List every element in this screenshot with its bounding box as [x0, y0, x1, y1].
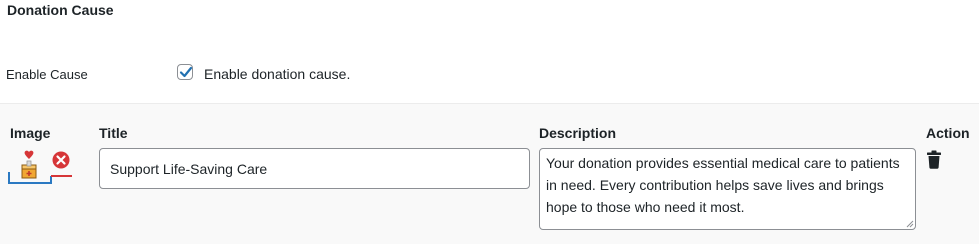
- donation-cause-settings: Donation Cause Enable Cause Enable donat…: [0, 0, 979, 244]
- enable-cause-row: Enable Cause Enable donation cause.: [0, 62, 979, 88]
- checkmark-icon: [179, 66, 193, 78]
- column-header-action: Action: [926, 125, 970, 141]
- column-header-title: Title: [99, 125, 128, 141]
- section-title: Donation Cause: [7, 2, 114, 18]
- trash-icon[interactable]: [926, 150, 942, 169]
- column-header-image: Image: [10, 125, 51, 141]
- cause-description-textarea[interactable]: Your donation provides essential medical…: [539, 148, 916, 230]
- cause-title-input[interactable]: [99, 148, 530, 189]
- enable-cause-label: Enable Cause: [6, 67, 88, 82]
- enable-cause-checkbox[interactable]: [177, 64, 193, 80]
- enable-cause-checkbox-label[interactable]: Enable donation cause.: [204, 65, 350, 83]
- resize-handle-icon[interactable]: [905, 219, 914, 228]
- column-header-description: Description: [539, 125, 617, 141]
- causes-table: Image Title Description Action Your dona…: [0, 103, 979, 244]
- remove-circle-icon[interactable]: [52, 151, 70, 169]
